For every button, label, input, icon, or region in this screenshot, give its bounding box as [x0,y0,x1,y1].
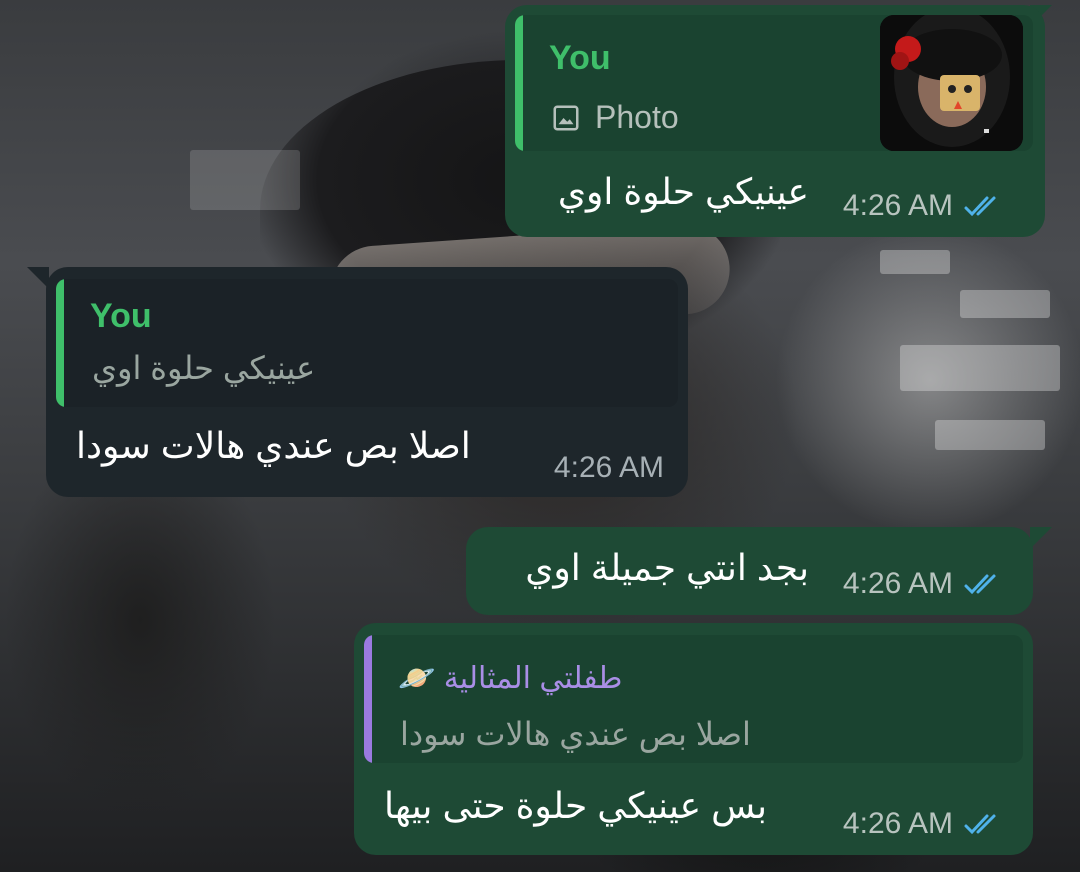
message-time: 4:26 AM [842,807,953,840]
reply-sender-name: You [549,39,611,77]
reply-preview[interactable]: طفلتي المثالية 🪐 اصلا بص عندي هالات سودا [364,635,1023,763]
message-meta: 4:26 AM [843,567,1007,601]
message-text: عينيكي حلوة اوي [557,171,809,212]
message-text: بجد انتي جميلة اوي [525,547,809,588]
wallpaper-light [900,345,1060,391]
reply-accent-bar [56,279,64,407]
wallpaper-light [880,250,950,274]
reply-accent-bar [515,15,523,151]
reply-sender-name: You [90,297,152,335]
photo-thumbnail-image [880,15,1023,151]
reply-attachment-text: Photo [595,99,679,135]
reply-quoted-text: اصلا بص عندي هالات سودا [400,716,751,752]
message-meta: 4:26 AM [554,451,664,485]
reply-accent-bar [364,635,372,763]
reply-preview[interactable]: You Photo [515,15,1033,151]
message-bubble-outgoing[interactable]: بجد انتي جميلة اوي 4:26 AM [466,527,1033,615]
reply-quoted-text: عينيكي حلوة اوي [92,350,316,386]
message-time: 4:26 AM [842,189,953,222]
read-ticks-icon [964,814,996,835]
reply-sender-name: طفلتي المثالية 🪐 [398,662,623,695]
message-bubble-incoming[interactable]: You عينيكي حلوة اوي اصلا بص عندي هالات س… [46,267,688,497]
wallpaper-light [960,290,1050,318]
image-icon [553,105,579,130]
bubble-tail [1030,527,1052,549]
message-time: 4:26 AM [553,451,664,484]
message-meta: 4:26 AM [843,189,1007,223]
message-meta: 4:26 AM [843,807,1007,841]
wallpaper-light [190,150,300,210]
read-ticks-icon [964,196,996,217]
wallpaper-light [935,420,1045,450]
message-bubble-outgoing[interactable]: طفلتي المثالية 🪐 اصلا بص عندي هالات سودا… [354,623,1033,855]
reply-attachment-label: Photo [551,99,679,136]
message-text: اصلا بص عندي هالات سودا [76,425,471,466]
message-text: بس عينيكي حلوة حتى بيها [384,785,768,826]
reply-photo-thumbnail[interactable] [880,15,1023,151]
reply-preview[interactable]: You عينيكي حلوة اوي [56,279,678,407]
read-ticks-icon [964,574,996,595]
message-time: 4:26 AM [842,567,953,600]
message-bubble-outgoing[interactable]: You Photo عينيكي حلوة اوي 4:26 AM [505,5,1045,237]
